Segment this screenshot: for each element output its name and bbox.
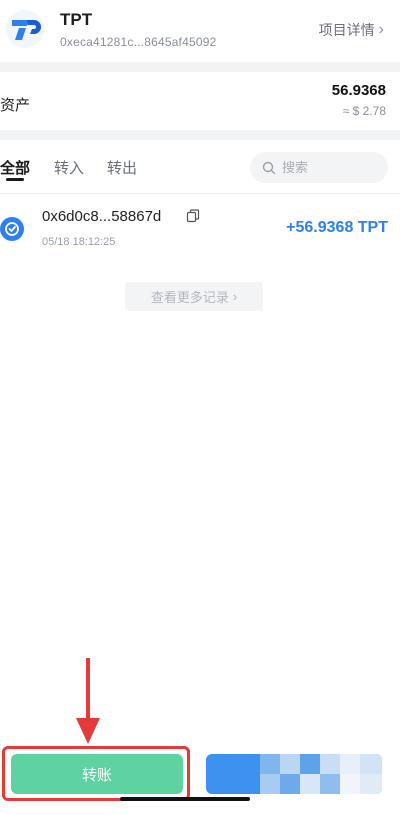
search-box[interactable] [250,152,388,183]
bottom-action-bar: 转账 [0,745,400,815]
active-tab-indicator [6,178,24,181]
asset-label: 资产 [0,97,31,114]
transaction-amount: +56.9368 TPT [286,219,388,236]
chevron-right-icon: › [378,21,384,38]
asset-usd-value: ≈ $ 2.78 [342,104,386,118]
transaction-row[interactable]: 0x6d0c8...58867d 05/18 18:12:25 +56.9368… [0,196,400,258]
token-name: TPT [60,10,93,29]
tpt-logo-icon [6,10,44,48]
token-address[interactable]: 0xeca41281c...8645af45092 [60,35,216,49]
check-circle-icon [0,217,24,241]
copy-icon[interactable] [186,209,200,223]
project-details-label: 项目详情 [318,22,375,38]
transaction-hash: 0x6d0c8...58867d [42,208,162,225]
search-input[interactable] [282,160,372,175]
transaction-tabs: 全部 转入 转出 [0,140,400,194]
transaction-time: 05/18 18:12:25 [42,236,116,248]
search-icon [262,161,276,174]
chevron-right-icon: › [232,289,238,304]
receive-button[interactable] [206,754,382,794]
view-more-records-label: 查看更多记录 [150,290,229,305]
asset-summary: 资产 56.9368 ≈ $ 2.78 [0,72,400,130]
home-indicator [120,797,250,801]
tab-all[interactable]: 全部 [0,157,30,178]
view-more-records-button[interactable]: 查看更多记录 › [125,282,263,311]
tab-outgoing[interactable]: 转出 [107,157,137,178]
pixelated-mosaic [260,754,382,794]
tab-incoming[interactable]: 转入 [54,157,84,178]
project-details-link[interactable]: 项目详情 › [319,20,384,40]
section-divider [0,130,400,140]
token-header: TPT 0xeca41281c...8645af45092 项目详情 › [0,0,400,62]
red-arrow-annotation [76,658,100,744]
red-highlight-box [2,746,190,801]
asset-amount: 56.9368 [331,82,386,99]
section-divider [0,62,400,72]
